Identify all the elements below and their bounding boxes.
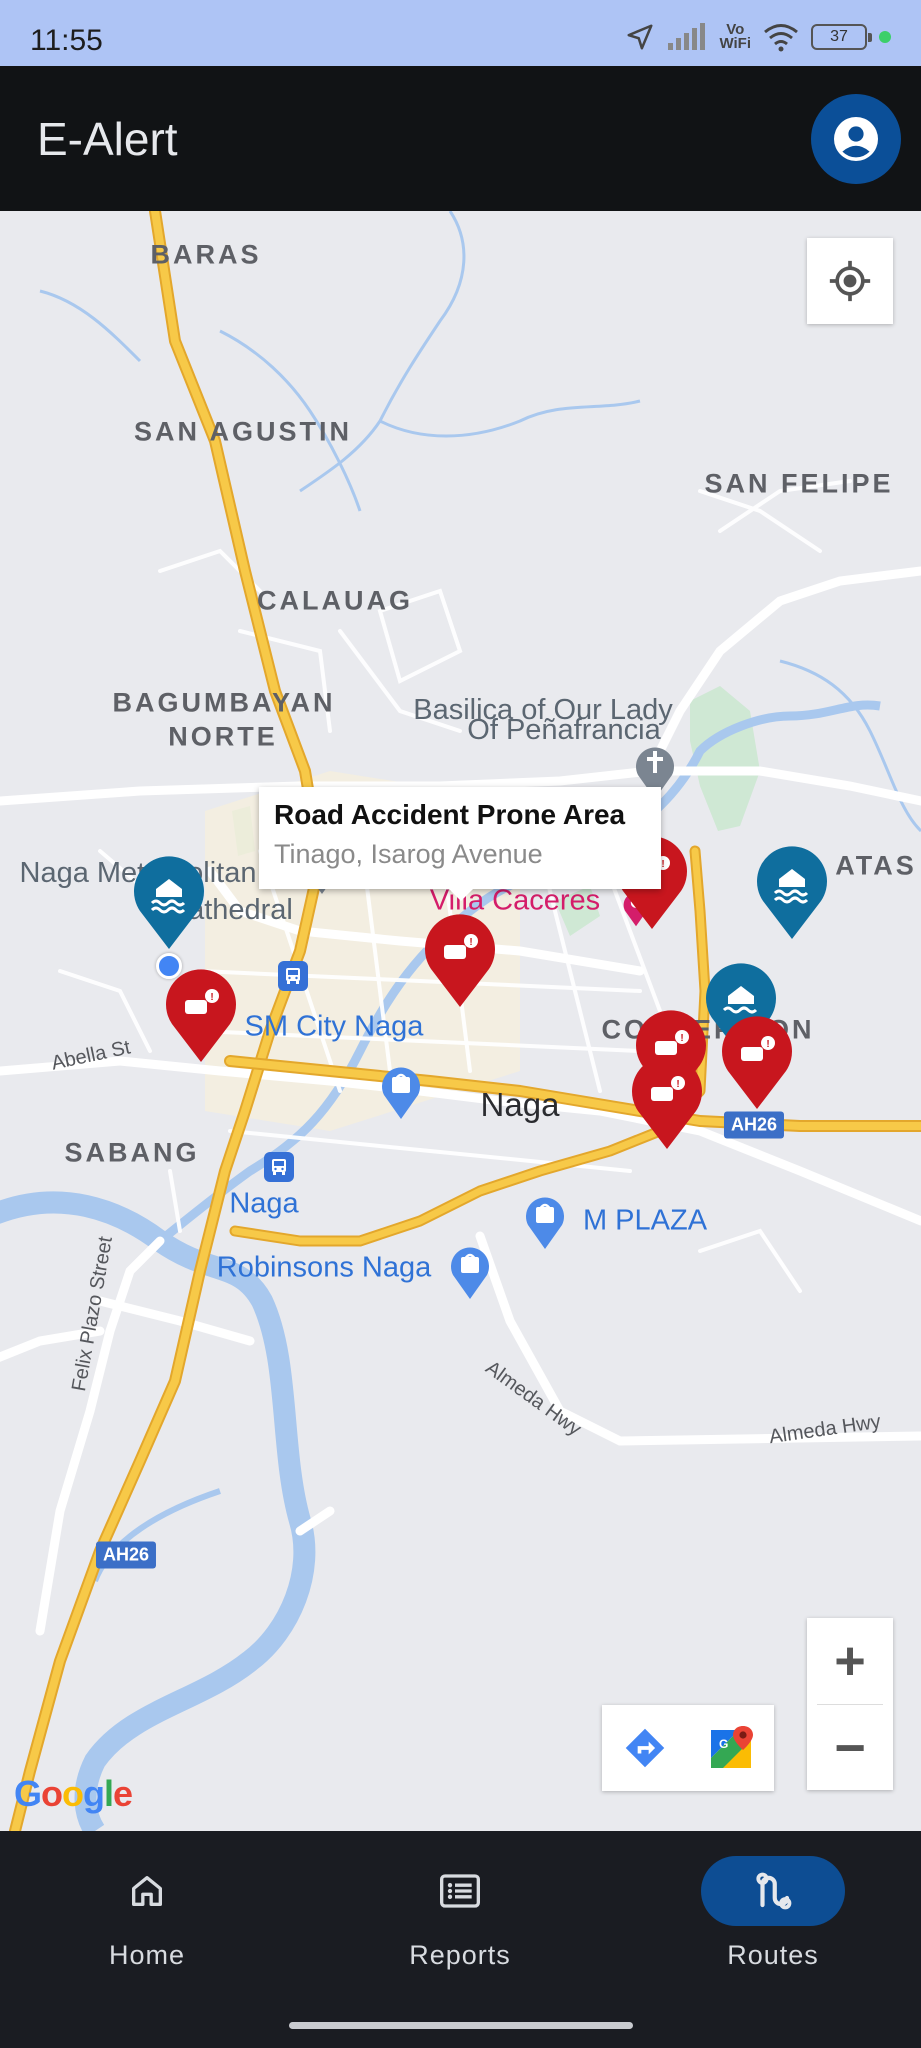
current-location-dot bbox=[156, 953, 182, 979]
area-label-sabang: SABANG bbox=[64, 1137, 200, 1168]
bottom-navigation: Home Reports Routes bbox=[0, 1831, 921, 2048]
open-google-maps-button[interactable]: G bbox=[688, 1705, 774, 1791]
poi-label-m-plaza: M PLAZA bbox=[582, 1204, 708, 1237]
area-label-calauag: CALAUAG bbox=[257, 585, 413, 616]
google-maps-icon: G bbox=[711, 1726, 753, 1768]
flood-marker-pin[interactable] bbox=[753, 841, 831, 941]
highway-shield-ah26: AH26 bbox=[95, 1541, 157, 1569]
google-logo: Google bbox=[14, 1773, 133, 1814]
bus-stop-icon[interactable] bbox=[264, 1152, 294, 1182]
accident-marker-pin[interactable]: ! bbox=[718, 1011, 796, 1111]
shopping-bag-icon[interactable] bbox=[522, 1193, 568, 1249]
shopping-bag-icon[interactable] bbox=[447, 1243, 493, 1299]
area-label-norte: NORTE bbox=[168, 721, 278, 752]
nav-icon-container-active bbox=[701, 1856, 845, 1926]
battery-icon: 37 bbox=[811, 24, 872, 50]
area-label-atas: ATAS bbox=[835, 850, 917, 881]
highway-shield-ah26: AH26 bbox=[723, 1111, 785, 1139]
battery-level: 37 bbox=[830, 28, 848, 45]
home-indicator[interactable] bbox=[289, 2022, 633, 2029]
wifi-icon bbox=[764, 24, 798, 52]
info-window-subtitle: Tinago, Isarog Avenue bbox=[274, 839, 543, 869]
status-time: 11:55 bbox=[30, 24, 103, 57]
nav-item-routes[interactable]: Routes bbox=[663, 1856, 883, 1986]
status-bar: 11:55 Vo WiFi 37 bbox=[0, 0, 921, 66]
zoom-in-button[interactable]: + bbox=[807, 1618, 893, 1704]
svg-text:!: ! bbox=[676, 1079, 679, 1090]
poi-label-naga-transit: Naga bbox=[229, 1187, 299, 1220]
nav-label-routes: Routes bbox=[727, 1940, 819, 1970]
location-arrow-icon bbox=[627, 24, 653, 50]
status-dot bbox=[879, 31, 891, 43]
area-label-bagumbayan: BAGUMBAYAN bbox=[112, 687, 336, 718]
account-circle-icon bbox=[834, 117, 878, 161]
flood-marker-pin[interactable] bbox=[130, 851, 208, 951]
area-label-baras: BARAS bbox=[150, 239, 262, 270]
nav-label-home: Home bbox=[108, 1940, 186, 1970]
bus-stop-icon[interactable] bbox=[278, 961, 308, 991]
nav-item-home[interactable]: Home bbox=[37, 1856, 257, 1986]
accident-marker-pin[interactable]: ! bbox=[421, 909, 499, 1009]
my-location-button[interactable] bbox=[807, 238, 893, 324]
svg-text:G: G bbox=[719, 1737, 728, 1751]
area-label-san-felipe: SAN FELIPE bbox=[704, 468, 894, 499]
app-title: E-Alert bbox=[37, 113, 178, 165]
status-icons: Vo WiFi 37 bbox=[625, 20, 891, 54]
marker-info-window[interactable]: Road Accident Prone Area Tinago, Isarog … bbox=[259, 787, 661, 901]
city-label-naga: Naga bbox=[480, 1086, 560, 1123]
zoom-controls: + − bbox=[807, 1618, 893, 1790]
svg-text:!: ! bbox=[766, 1039, 769, 1050]
svg-text:!: ! bbox=[210, 992, 213, 1003]
shopping-bag-icon[interactable] bbox=[378, 1063, 424, 1119]
app-bar: E-Alert bbox=[0, 66, 921, 211]
svg-text:!: ! bbox=[661, 859, 664, 870]
nav-label-reports: Reports bbox=[409, 1940, 511, 1970]
vowifi-indicator: Vo WiFi bbox=[719, 21, 751, 52]
routes-icon bbox=[756, 1872, 792, 1910]
map-toolbar: G bbox=[602, 1705, 774, 1791]
signal-icon bbox=[668, 23, 706, 50]
svg-text:!: ! bbox=[680, 1033, 683, 1044]
info-window-title: Road Accident Prone Area bbox=[274, 799, 626, 830]
poi-label-robinsons: Robinsons Naga bbox=[216, 1251, 432, 1284]
directions-button[interactable] bbox=[602, 1705, 688, 1791]
directions-icon bbox=[625, 1728, 665, 1768]
zoom-out-button[interactable]: − bbox=[807, 1705, 893, 1791]
poi-label-sm-city: SM City Naga bbox=[244, 1010, 424, 1043]
map-view[interactable]: BARAS SAN AGUSTIN SAN FELIPE CALAUAG BAG… bbox=[0, 211, 921, 1831]
profile-button[interactable] bbox=[811, 94, 901, 184]
home-icon bbox=[132, 1876, 162, 1906]
accident-marker-pin[interactable]: ! bbox=[628, 1051, 706, 1151]
poi-label-basilica-line2: Of Peñafrancia bbox=[467, 714, 661, 746]
reports-icon bbox=[440, 1874, 480, 1908]
nav-icon-container bbox=[388, 1856, 532, 1926]
nav-icon-container bbox=[75, 1856, 219, 1926]
svg-text:!: ! bbox=[469, 937, 472, 948]
accident-marker-pin[interactable]: ! bbox=[162, 964, 240, 1064]
my-location-icon bbox=[829, 260, 871, 302]
nav-item-reports[interactable]: Reports bbox=[350, 1856, 570, 1986]
area-label-san-agustin: SAN AGUSTIN bbox=[133, 416, 353, 447]
